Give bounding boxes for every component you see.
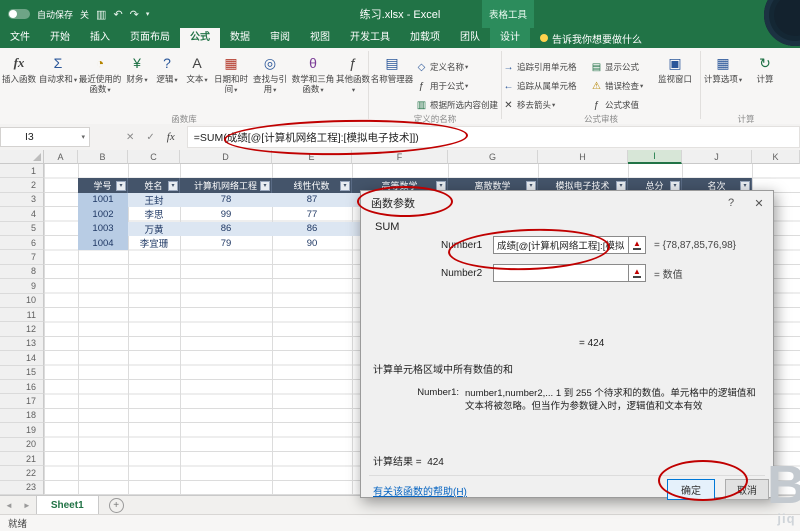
number2-result: = 数值 (654, 269, 683, 281)
row-header-11[interactable]: 11 (0, 308, 44, 323)
filter-icon[interactable]: ▾ (116, 180, 126, 191)
ok-button[interactable]: 确定 (667, 479, 715, 500)
number1-result: = {78,87,85,76,98} (654, 239, 737, 251)
row-header-9[interactable]: 9 (0, 279, 44, 294)
column-header-C[interactable]: C (128, 150, 180, 164)
excel-window: 自动保存 关 ▥ ↶ ↷ ▾ 练习.xlsx - Excel 表格工具 文件 开… (0, 0, 800, 531)
row-header-1[interactable]: 1 (0, 164, 44, 179)
number2-range-select-button[interactable]: ▲ (629, 264, 646, 282)
grid-line (352, 164, 353, 495)
function-description: 计算单元格区域中所有数值的和 (373, 365, 513, 376)
filter-icon[interactable]: ▾ (168, 180, 178, 191)
column-header-F[interactable]: F (352, 150, 448, 164)
range-select-icon: ▲ (633, 267, 641, 278)
cell[interactable]: 1003 (78, 222, 128, 236)
ready-status: 就绪 (8, 519, 28, 530)
cancel-button[interactable]: 取消 (725, 479, 769, 500)
param-name: Number1: (417, 387, 459, 398)
new-sheet-button[interactable]: + (108, 497, 124, 513)
number1-range-select-button[interactable]: ▲ (629, 236, 646, 254)
param-help-text: number1,number2,... 1 到 255 个待求和的数值。单元格中… (465, 388, 756, 412)
partial-result: = 424 (579, 338, 605, 349)
row-header-15[interactable]: 15 (0, 365, 44, 380)
number1-input[interactable]: 成绩[@[计算机网络工程]:[模拟 (493, 236, 629, 254)
dialog-help-icon[interactable]: ? (717, 191, 745, 215)
function-help-link[interactable]: 有关该函数的帮助(H) (373, 483, 467, 498)
row-header-17[interactable]: 17 (0, 394, 44, 409)
cell[interactable]: 李宜珊 (128, 236, 180, 250)
table-header-label: 姓名 (144, 181, 163, 192)
cell[interactable]: 77 (272, 207, 352, 221)
column-header-H[interactable]: H (538, 150, 628, 164)
column-header-J[interactable]: J (682, 150, 752, 164)
function-name: SUM (375, 221, 400, 233)
calculation-result: 计算结果 = 424 (373, 457, 444, 468)
row-header-2[interactable]: 2 (0, 178, 44, 193)
table-header[interactable]: 计算机网络工程 ▾ (180, 178, 272, 193)
row-header-23[interactable]: 23 (0, 480, 44, 496)
table-header[interactable]: 线性代数 ▾ (272, 178, 352, 193)
column-header-B[interactable]: B (78, 150, 128, 164)
cell[interactable]: 李思 (128, 207, 180, 221)
sheet-tab-sheet1[interactable]: Sheet1 (35, 496, 99, 514)
table-header-label: 计算机网络工程 (193, 181, 257, 192)
row-header-16[interactable]: 16 (0, 380, 44, 395)
column-header-E[interactable]: E (272, 150, 352, 164)
row-header-8[interactable]: 8 (0, 264, 44, 280)
cell[interactable]: 1001 (78, 193, 128, 207)
row-header-21[interactable]: 21 (0, 452, 44, 467)
row-header-18[interactable]: 18 (0, 408, 44, 424)
function-arguments-dialog: 函数参数 ? ✕ SUM Number1 成绩[@[计算机网络工程]:[模拟 ▲… (360, 190, 774, 500)
number2-input[interactable] (493, 264, 629, 282)
select-all-icon (33, 153, 41, 161)
column-header-A[interactable]: A (44, 150, 78, 164)
cell[interactable]: 79 (180, 236, 272, 250)
column-header-G[interactable]: G (448, 150, 538, 164)
table-header[interactable]: 学号 ▾ (78, 178, 128, 193)
dialog-separator (369, 475, 765, 476)
cell[interactable]: 王封 (128, 193, 180, 207)
grid-line (44, 164, 45, 495)
cell[interactable]: 99 (180, 207, 272, 221)
status-bar: 就绪 (0, 514, 800, 531)
row-header-13[interactable]: 13 (0, 336, 44, 352)
number2-label: Number2 (441, 267, 483, 279)
cell[interactable]: 1004 (78, 236, 128, 250)
prev-sheet-icon[interactable]: ◄ (0, 501, 18, 510)
table-header-label: 学号 (93, 181, 112, 192)
row-header-19[interactable]: 19 (0, 423, 44, 438)
range-select-icon: ▲ (633, 239, 641, 250)
column-header-D[interactable]: D (180, 150, 272, 164)
number1-label: Number1 (441, 239, 483, 251)
row-header-4[interactable]: 4 (0, 207, 44, 222)
cell[interactable]: 90 (272, 236, 352, 250)
row-header-20[interactable]: 20 (0, 437, 44, 452)
row-header-3[interactable]: 3 (0, 192, 44, 208)
column-header-I[interactable]: I (628, 150, 682, 164)
row-header-12[interactable]: 12 (0, 322, 44, 337)
row-header-6[interactable]: 6 (0, 236, 44, 251)
row-header-14[interactable]: 14 (0, 351, 44, 366)
table-header-label: 线性代数 (293, 181, 330, 192)
cell[interactable]: 1002 (78, 207, 128, 221)
next-sheet-icon[interactable]: ► (18, 501, 36, 510)
cell[interactable]: 86 (180, 222, 272, 236)
row-header-7[interactable]: 7 (0, 250, 44, 265)
column-header-K[interactable]: K (752, 150, 800, 164)
select-all-corner[interactable] (0, 150, 44, 164)
cell[interactable]: 万黄 (128, 222, 180, 236)
row-header-5[interactable]: 5 (0, 221, 44, 236)
filter-icon[interactable]: ▾ (340, 180, 350, 191)
cell[interactable]: 78 (180, 193, 272, 207)
cell[interactable]: 87 (272, 193, 352, 207)
row-header-10[interactable]: 10 (0, 293, 44, 308)
cell[interactable]: 86 (272, 222, 352, 236)
filter-icon[interactable]: ▾ (260, 180, 270, 191)
dialog-close-icon[interactable]: ✕ (745, 191, 773, 215)
table-header[interactable]: 姓名 ▾ (128, 178, 180, 193)
row-header-22[interactable]: 22 (0, 466, 44, 481)
dialog-title: 函数参数 (371, 198, 415, 210)
